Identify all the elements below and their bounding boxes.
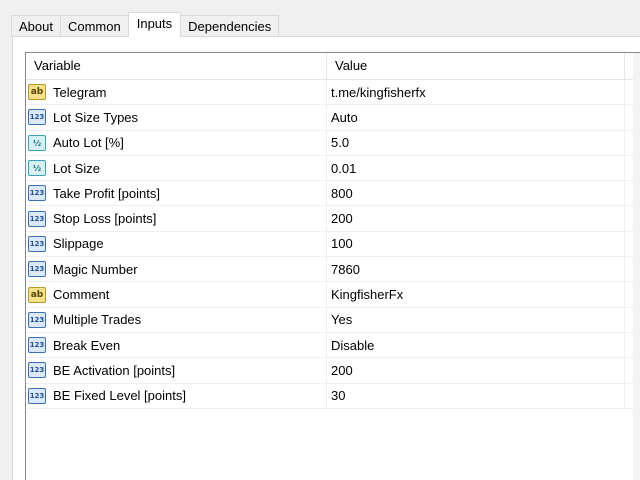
table-row[interactable]: 123 BE Fixed Level [points] 30 <box>26 383 640 409</box>
integer-type-icon: 123 <box>28 362 46 379</box>
variable-cell: 123 Stop Loss [points] <box>26 206 327 231</box>
value-cell[interactable]: t.me/kingfisherfx <box>327 80 625 105</box>
table-row[interactable]: ½ Lot Size 0.01 <box>26 155 640 182</box>
variable-cell: ½ Lot Size <box>26 155 327 181</box>
variable-name: Lot Size Types <box>53 109 139 125</box>
value-cell[interactable]: 800 <box>327 181 625 206</box>
variable-name: Take Profit [points] <box>53 185 160 201</box>
variable-cell: 123 BE Fixed Level [points] <box>26 383 327 408</box>
value-cell[interactable]: KingfisherFx <box>327 282 625 307</box>
value-cell[interactable]: Yes <box>327 307 625 332</box>
inputs-panel: Variable Value ab Telegram t.me/kingfisher… <box>12 36 640 480</box>
tab-common[interactable]: Common <box>59 15 129 37</box>
integer-type-icon: 123 <box>28 311 46 328</box>
variable-name: Magic Number <box>53 261 138 277</box>
variable-cell: ½ Auto Lot [%] <box>26 130 327 155</box>
string-type-icon: ab <box>28 84 46 101</box>
value-cell[interactable]: 5.0 <box>327 130 625 155</box>
variable-name: Auto Lot [%] <box>53 135 124 151</box>
value-cell[interactable]: 200 <box>327 206 625 231</box>
integer-type-icon: 123 <box>28 261 46 278</box>
variable-name: BE Fixed Level [points] <box>53 388 186 404</box>
value-cell[interactable]: Auto <box>327 105 625 130</box>
tab-dependencies[interactable]: Dependencies <box>180 15 280 37</box>
table-row[interactable]: 123 Slippage 100 <box>26 231 640 258</box>
column-header-variable[interactable]: Variable <box>26 53 327 79</box>
table-row[interactable]: 123 Stop Loss [points] 200 <box>26 206 640 232</box>
variable-name: Telegram <box>53 84 107 100</box>
variable-name: Slippage <box>53 236 104 252</box>
integer-type-icon: 123 <box>28 387 46 404</box>
variable-name: BE Activation [points] <box>53 362 176 378</box>
table-right-edge <box>633 53 640 480</box>
table-row[interactable]: 123 BE Activation [points] 200 <box>26 358 640 384</box>
integer-type-icon: 123 <box>28 210 46 227</box>
value-cell[interactable]: 30 <box>327 383 625 408</box>
integer-type-icon: 123 <box>28 109 46 126</box>
variable-cell: 123 Magic Number <box>26 257 327 282</box>
variable-cell: 123 BE Activation [points] <box>26 358 327 383</box>
table-row[interactable]: 123 Take Profit [points] 800 <box>26 181 640 207</box>
column-header-value[interactable]: Value <box>327 53 625 79</box>
double-type-icon: ½ <box>28 160 46 177</box>
tab-about[interactable]: About <box>11 15 61 37</box>
string-type-icon: ab <box>28 286 46 303</box>
value-cell[interactable]: 7860 <box>327 257 625 282</box>
inputs-dialog: About Common Inputs Dependencies Variabl… <box>0 0 640 480</box>
table-row[interactable]: ab Telegram t.me/kingfisherfx <box>26 80 640 106</box>
double-type-icon: ½ <box>28 134 46 151</box>
variable-name: Multiple Trades <box>53 312 142 328</box>
value-cell[interactable]: 200 <box>327 358 625 383</box>
table-row[interactable]: 123 Magic Number 7860 <box>26 257 640 283</box>
inputs-table: Variable Value ab Telegram t.me/kingfisher… <box>25 52 640 480</box>
integer-type-icon: 123 <box>28 235 46 252</box>
value-cell[interactable]: 0.01 <box>327 155 625 181</box>
value-cell[interactable]: Disable <box>327 332 625 358</box>
table-row[interactable]: 123 Break Even Disable <box>26 332 640 359</box>
table-header: Variable Value <box>26 53 640 80</box>
value-cell[interactable]: 100 <box>327 231 625 257</box>
table-row[interactable]: 123 Lot Size Types Auto <box>26 105 640 131</box>
variable-cell: 123 Multiple Trades <box>26 307 327 332</box>
table-row[interactable]: ab Comment KingfisherFx <box>26 282 640 308</box>
variable-cell: ab Comment <box>26 282 327 307</box>
variable-name: Break Even <box>53 337 121 353</box>
variable-cell: 123 Lot Size Types <box>26 105 327 130</box>
tab-inputs[interactable]: Inputs <box>127 12 182 37</box>
variable-name: Comment <box>53 287 110 303</box>
variable-cell: ab Telegram <box>26 80 327 105</box>
variable-cell: 123 Break Even <box>26 332 327 358</box>
table-body: ab Telegram t.me/kingfisherfx 123 Lot Size T… <box>26 80 640 409</box>
integer-type-icon: 123 <box>28 185 46 202</box>
tab-bar: About Common Inputs Dependencies <box>11 12 280 37</box>
variable-name: Lot Size <box>53 160 100 176</box>
table-row[interactable]: ½ Auto Lot [%] 5.0 <box>26 130 640 156</box>
table-row[interactable]: 123 Multiple Trades Yes <box>26 307 640 333</box>
integer-type-icon: 123 <box>28 337 46 354</box>
variable-cell: 123 Slippage <box>26 231 327 257</box>
variable-cell: 123 Take Profit [points] <box>26 181 327 206</box>
variable-name: Stop Loss [points] <box>53 211 157 227</box>
